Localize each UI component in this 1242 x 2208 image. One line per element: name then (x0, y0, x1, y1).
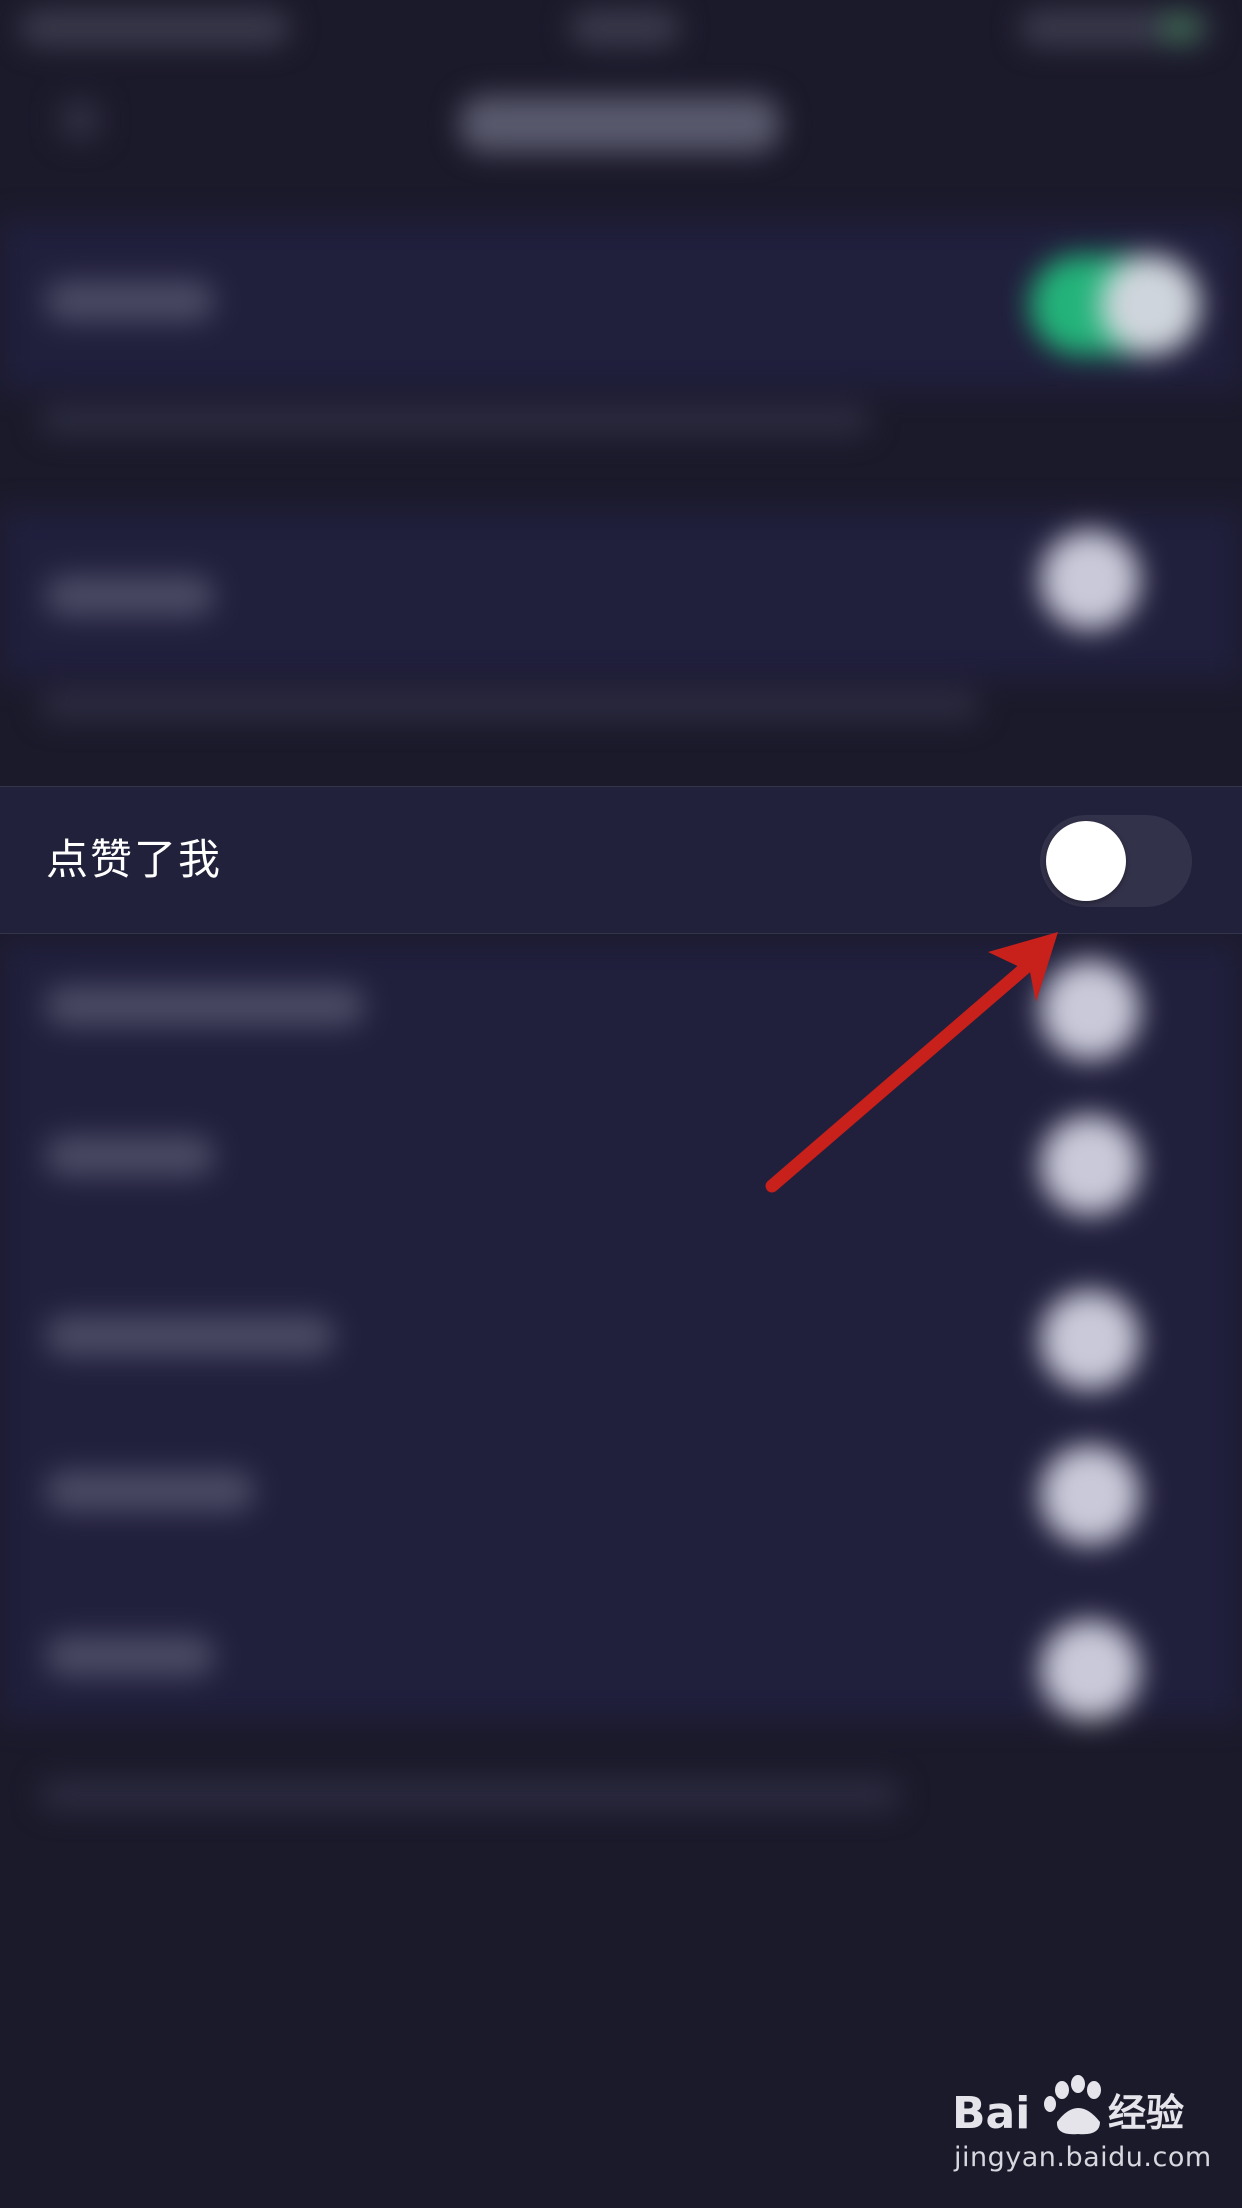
setting-row-label (45, 1635, 215, 1677)
status-bar-time (570, 10, 680, 46)
toggle-knob (1100, 255, 1200, 355)
nav-title (460, 96, 780, 152)
liked-me-toggle-switch[interactable] (1040, 815, 1192, 907)
watermark-brand-suffix: 经验 (1108, 2091, 1184, 2135)
setting-row-liked-me: 点赞了我 (0, 786, 1242, 934)
toggle-switch[interactable] (1040, 1290, 1140, 1390)
setting-description (40, 1780, 900, 1810)
setting-row-label (45, 1470, 255, 1512)
setting-row-label: 点赞了我 (46, 835, 223, 884)
status-bar (0, 0, 1242, 60)
setting-row-label (45, 1315, 335, 1357)
setting-row-label (45, 575, 215, 617)
watermark-brand: Bai (952, 2088, 1030, 2139)
settings-screen: 点赞了我 Bai 经验 jingyan.baidu.com (0, 0, 1242, 2208)
watermark-url: jingyan.baidu.com (954, 2142, 1212, 2173)
toggle-knob (1046, 821, 1126, 901)
setting-row-label (45, 985, 365, 1027)
baidu-paw-icon: Bai 经验 (952, 2075, 1184, 2139)
back-icon[interactable] (60, 100, 100, 140)
toggle-switch[interactable] (1040, 1115, 1140, 1215)
toggle-switch[interactable] (1040, 530, 1140, 630)
status-bar-left (20, 10, 290, 46)
blurred-background (0, 0, 1242, 2208)
baidu-jingyan-watermark: Bai 经验 jingyan.baidu.com (950, 2070, 1212, 2180)
battery-icon (1160, 14, 1200, 42)
toggle-switch[interactable] (1040, 1620, 1140, 1720)
setting-row-label (45, 1135, 215, 1177)
toggle-switch[interactable] (1040, 960, 1140, 1060)
setting-description (40, 690, 980, 720)
setting-row-label (45, 280, 215, 322)
toggle-switch[interactable] (1040, 1445, 1140, 1545)
setting-description (40, 405, 870, 435)
